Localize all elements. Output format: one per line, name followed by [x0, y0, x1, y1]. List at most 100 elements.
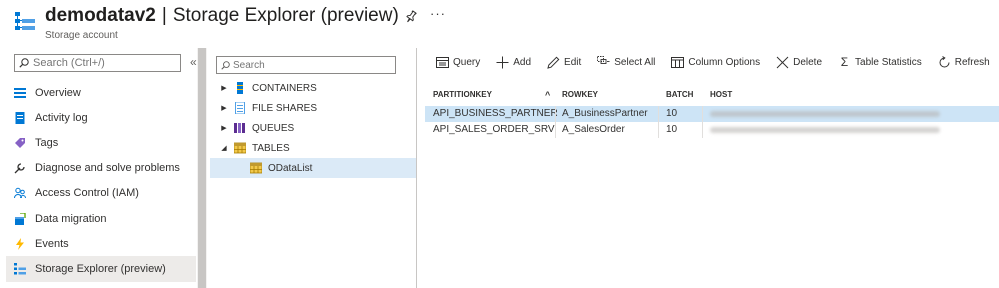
- column-header-host[interactable]: HOST: [710, 90, 732, 99]
- refresh-button[interactable]: Refresh: [938, 55, 990, 69]
- menu-item-tags[interactable]: Tags: [6, 130, 196, 155]
- storage-explorer-icon: [14, 262, 26, 275]
- table-statistics-label: Table Statistics: [855, 56, 922, 68]
- menu-item-access-control[interactable]: Access Control (IAM): [6, 181, 196, 206]
- menu-search-input[interactable]: [33, 57, 173, 69]
- more-icon[interactable]: ···: [430, 6, 446, 21]
- cell-host-redacted: [710, 127, 940, 133]
- resource-name: demodatav2: [45, 5, 156, 26]
- table-header: PARTITIONKEY ^ ROWKEY BATCH HOST: [425, 84, 999, 104]
- blade-title: Storage Explorer (preview): [172, 5, 399, 26]
- entities-table: PARTITIONKEY ^ ROWKEY BATCH HOST API_BUS…: [425, 84, 999, 138]
- tree-node-tables[interactable]: ◢ TABLES: [210, 138, 416, 158]
- cell-divider: [702, 106, 703, 122]
- cell-divider: [555, 106, 556, 122]
- cell-rowkey: A_SalesOrder: [562, 124, 625, 135]
- storage-explorer-app-icon: [15, 12, 35, 30]
- column-options-label: Column Options: [688, 56, 761, 68]
- page-title: demodatav2 | Storage Explorer (preview): [45, 5, 399, 27]
- tree-items: ▶ CONTAINERS ▶ FILE SHARES ▶ QUEUES ◢ TA…: [210, 78, 416, 178]
- add-label: Add: [513, 56, 532, 68]
- query-label: Query: [453, 56, 481, 68]
- table-statistics-button[interactable]: Σ Table Statistics: [838, 54, 922, 69]
- menu-item-label: Storage Explorer (preview): [35, 262, 166, 275]
- tree-node-queues[interactable]: ▶ QUEUES: [210, 118, 416, 138]
- people-icon: [14, 188, 26, 199]
- tree-search-input[interactable]: [233, 59, 383, 71]
- resource-menu: « Overview Activity log Tags: [0, 48, 207, 288]
- menu-item-label: Events: [35, 237, 69, 250]
- menu-item-overview[interactable]: Overview: [6, 80, 196, 105]
- expand-caret-icon[interactable]: ▶: [218, 84, 230, 92]
- tree-search-box[interactable]: [216, 56, 396, 74]
- resource-type: Storage account: [45, 30, 118, 41]
- refresh-icon: [939, 55, 950, 67]
- command-bar: Query Add Edit Select All Column Options: [418, 48, 999, 76]
- delete-label: Delete: [793, 56, 823, 68]
- wrench-icon: [14, 163, 25, 174]
- collapse-menu-icon[interactable]: «: [190, 55, 197, 69]
- tree-node-containers[interactable]: ▶ CONTAINERS: [210, 78, 416, 98]
- tree-node-label: QUEUES: [252, 122, 295, 134]
- table-icon: [234, 142, 246, 154]
- sort-ascending-icon[interactable]: ^: [545, 90, 550, 100]
- delete-button[interactable]: Delete: [776, 56, 822, 69]
- menu-item-events[interactable]: Events: [6, 231, 196, 256]
- expand-caret-icon[interactable]: ▶: [218, 104, 230, 112]
- table-row[interactable]: API_SALES_ORDER_SRV A_SalesOrder 10: [425, 122, 999, 138]
- column-header-partitionkey[interactable]: PARTITIONKEY: [433, 90, 492, 99]
- cell-rowkey: A_BusinessPartner: [562, 108, 648, 119]
- menu-item-label: Activity log: [35, 111, 88, 124]
- column-header-rowkey[interactable]: ROWKEY: [562, 90, 598, 99]
- menu-search-box[interactable]: [14, 54, 181, 72]
- menu-item-label: Data migration: [35, 212, 107, 225]
- refresh-label: Refresh: [954, 56, 990, 68]
- resource-tree: ▶ CONTAINERS ▶ FILE SHARES ▶: [210, 48, 417, 288]
- cell-batch: 10: [666, 108, 678, 119]
- select-all-icon: [597, 55, 610, 64]
- blade-header: demodatav2 | Storage Explorer (preview) …: [0, 0, 999, 48]
- menu-item-data-migration[interactable]: Data migration: [6, 206, 196, 231]
- menu-item-label: Diagnose and solve problems: [35, 162, 180, 175]
- edit-label: Edit: [564, 56, 582, 68]
- cell-divider: [658, 122, 659, 138]
- search-icon: [19, 58, 29, 68]
- add-button[interactable]: Add: [496, 56, 531, 69]
- menu-item-label: Tags: [35, 136, 59, 149]
- activity-log-icon: [15, 111, 25, 124]
- tag-icon: [15, 137, 25, 148]
- select-all-button[interactable]: Select All: [597, 55, 655, 69]
- pencil-icon: [547, 56, 560, 69]
- column-header-batch[interactable]: BATCH: [666, 90, 693, 99]
- tree-node-label: TABLES: [252, 142, 290, 154]
- file-share-icon: [235, 102, 245, 114]
- cell-host-redacted: [710, 111, 940, 117]
- menu-item-label: Access Control (IAM): [35, 187, 139, 200]
- menu-item-storage-explorer[interactable]: Storage Explorer (preview): [6, 256, 196, 282]
- column-options-button[interactable]: Column Options: [671, 56, 760, 69]
- edit-button[interactable]: Edit: [547, 56, 581, 69]
- lightning-icon: [16, 237, 24, 250]
- title-separator: |: [161, 5, 167, 26]
- pin-icon[interactable]: [405, 10, 417, 24]
- query-icon: [436, 56, 449, 68]
- cell-divider: [702, 122, 703, 138]
- sigma-icon: Σ: [840, 54, 849, 69]
- close-icon: [776, 56, 789, 68]
- table-row[interactable]: API_BUSINESS_PARTNER A_BusinessPartner 1…: [425, 106, 999, 122]
- table-icon: [250, 162, 262, 174]
- overview-icon: [14, 87, 26, 98]
- query-button[interactable]: Query: [436, 56, 480, 69]
- data-migration-icon: [15, 212, 26, 225]
- cell-divider: [555, 122, 556, 138]
- menu-scrollbar-thumb[interactable]: [198, 48, 206, 288]
- tree-node-label: FILE SHARES: [252, 102, 318, 114]
- tree-node-odatalist[interactable]: ODataList: [210, 158, 416, 178]
- tree-node-file-shares[interactable]: ▶ FILE SHARES: [210, 98, 416, 118]
- expand-caret-icon[interactable]: ▶: [218, 124, 230, 132]
- menu-scrollbar[interactable]: [197, 48, 207, 288]
- cell-partitionkey: API_BUSINESS_PARTNER: [433, 108, 558, 119]
- menu-item-diagnose[interactable]: Diagnose and solve problems: [6, 156, 196, 181]
- collapse-caret-icon[interactable]: ◢: [218, 144, 230, 152]
- menu-item-activity-log[interactable]: Activity log: [6, 105, 196, 130]
